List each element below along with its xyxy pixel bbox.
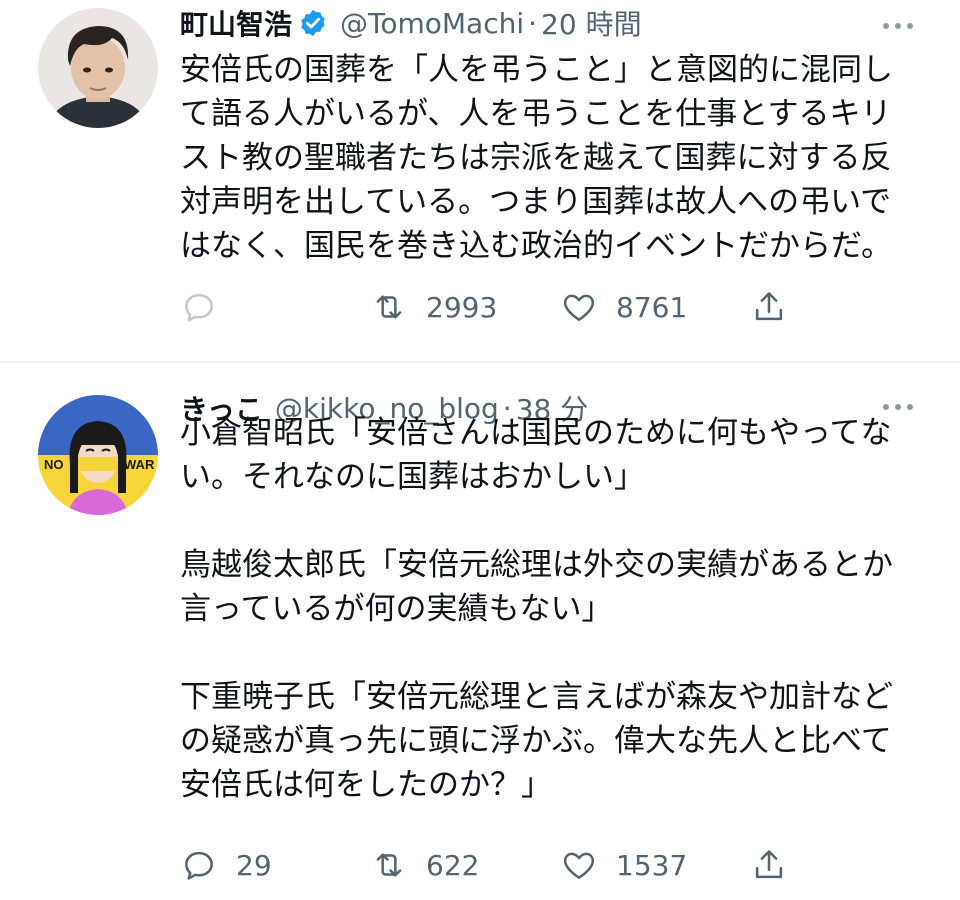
share-icon bbox=[755, 292, 783, 321]
share-icon bbox=[755, 850, 783, 879]
like-count: 8761 bbox=[616, 290, 688, 324]
tweet-text-line: スト教の聖職者たちは宗派を越えて国葬に対する反 bbox=[180, 140, 892, 176]
tweet-text-line: はなく、国民を巻き込む政治的イベントだからだ。 bbox=[180, 228, 893, 264]
tweet-text-line: 言っているが何の実績もない」 bbox=[180, 591, 613, 627]
verified-badge-icon bbox=[298, 8, 328, 38]
reply-button[interactable]: 29 bbox=[180, 841, 272, 889]
like-icon bbox=[563, 294, 595, 321]
tweet-text-line: 下重暁子氏「安倍元総理と言えばが森友や加計など bbox=[180, 679, 893, 715]
retweet-button[interactable]: 2993 bbox=[370, 283, 497, 331]
like-button[interactable]: 8761 bbox=[560, 283, 687, 331]
tweet-text-line: 安倍氏は何をしたのか？」 bbox=[180, 767, 552, 803]
avatar-kikko[interactable]: NO WAR bbox=[38, 395, 158, 515]
reply-button[interactable] bbox=[180, 283, 218, 331]
like-icon bbox=[563, 852, 595, 879]
timestamp[interactable]: 20 時間 bbox=[541, 3, 642, 43]
tweet-text: 小倉智昭氏「安倍さんは国民のために何もやってな い。それなのに国葬はおかしい」 … bbox=[180, 411, 940, 807]
author-name[interactable]: 町山智浩 bbox=[180, 3, 292, 43]
separator: · bbox=[528, 6, 538, 40]
retweet-icon bbox=[376, 853, 402, 877]
tweet-text: 安倍氏の国葬を「人を弔うこと」と意図的に混同し て語る人がいるが、人を弔うことを… bbox=[180, 48, 940, 268]
tweet-tomomachi[interactable]: 町山智浩 @TomoMachi · 20 時間 安倍氏の国葬を「人を弔うこと」と… bbox=[0, 0, 960, 362]
share-button[interactable] bbox=[750, 841, 788, 889]
tweet-text-line: 小倉智昭氏「安倍さんは国民のために何もやってな bbox=[180, 415, 892, 451]
retweet-button[interactable]: 622 bbox=[370, 841, 479, 889]
retweet-icon bbox=[376, 295, 402, 319]
avatar-tomomachi[interactable] bbox=[38, 8, 158, 128]
reply-icon bbox=[185, 293, 213, 322]
author-handle[interactable]: @TomoMachi bbox=[340, 7, 524, 40]
more-icon[interactable] bbox=[880, 8, 916, 44]
avatar-war-text: WAR bbox=[124, 457, 155, 472]
tweet-actions: 2993 8761 bbox=[180, 283, 800, 331]
retweet-count: 622 bbox=[426, 848, 480, 882]
like-button[interactable]: 1537 bbox=[560, 841, 687, 889]
tweet-text-line: 鳥越俊太郎氏「安倍元総理は外交の実績があるとか bbox=[180, 547, 893, 583]
share-button[interactable] bbox=[750, 283, 788, 331]
tweet-text-line: い。それなのに国葬はおかしい」 bbox=[180, 459, 645, 495]
tweet-text-line: て語る人がいるが、人を弔うことを仕事とするキリ bbox=[180, 96, 892, 132]
tweet-actions: 29 622 1537 bbox=[180, 841, 800, 889]
tweet-text-line: の疑惑が真っ先に頭に浮かぶ。偉大な先人と比べて bbox=[180, 723, 892, 759]
like-count: 1537 bbox=[616, 848, 688, 882]
reply-count: 29 bbox=[236, 848, 272, 882]
tweet-header: 町山智浩 @TomoMachi · 20 時間 bbox=[180, 3, 642, 43]
reply-icon bbox=[185, 851, 213, 880]
tweet-kikko[interactable]: NO WAR きっこ @kikko_no_blog · 38 分 小倉智昭氏「安… bbox=[0, 363, 960, 900]
avatar-no-text: NO bbox=[44, 457, 64, 472]
tweet-text-line: 安倍氏の国葬を「人を弔うこと」と意図的に混同し bbox=[180, 52, 893, 88]
tweet-text-line: 対声明を出している。つまり国葬は故人への弔いで bbox=[180, 184, 892, 220]
retweet-count: 2993 bbox=[426, 290, 498, 324]
